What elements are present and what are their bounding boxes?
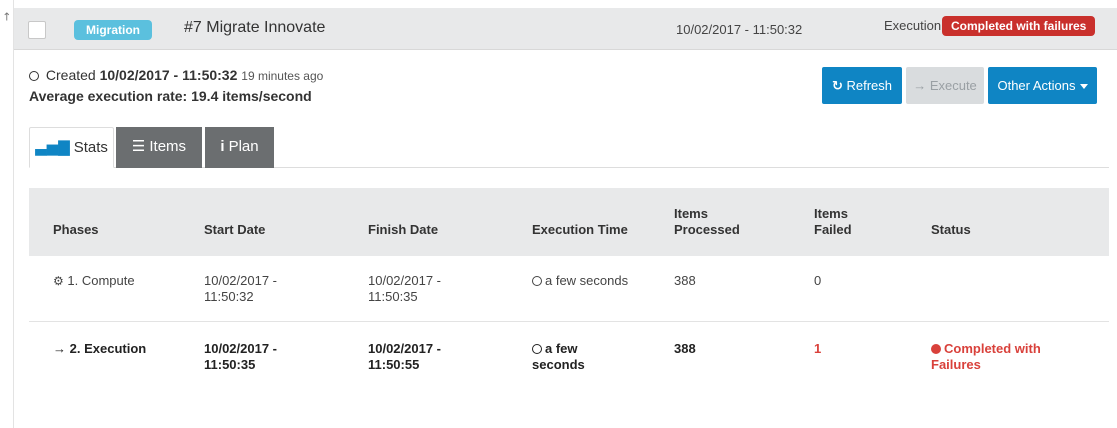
col-items-processed: Items Processed: [674, 206, 740, 238]
bar-chart-icon: ▃▅▇: [35, 139, 70, 156]
tab-plan-label: Plan: [228, 138, 259, 155]
refresh-button[interactable]: ↻ Refresh: [822, 67, 902, 104]
status-line2: Failures: [931, 357, 981, 372]
col-start-date: Start Date: [204, 222, 266, 237]
status-badge: Completed with failures: [942, 16, 1096, 36]
phase-label: 2. Execution: [69, 341, 147, 356]
gear-icon: ⚙: [53, 274, 64, 288]
left-rail: ↗: [0, 0, 14, 428]
table-header: Phases Start Date Finish Date Execution …: [29, 188, 1109, 256]
info-icon: i: [220, 138, 225, 155]
clock-icon: [532, 344, 542, 354]
tab-items-label: Items: [149, 138, 187, 155]
failed-cell: 0: [814, 273, 822, 288]
collapse-icon[interactable]: ↗: [0, 9, 14, 24]
table-row: ⚙ 1. Compute 10/02/2017 - 11:50:32 10/02…: [29, 256, 1109, 322]
status-dot-icon: [931, 344, 941, 354]
execution-label: Execution: [884, 18, 942, 33]
select-checkbox[interactable]: [28, 21, 46, 39]
phase-label: 1. Compute: [67, 273, 135, 288]
sign-in-icon: →: [913, 78, 927, 93]
clock-icon: [29, 71, 39, 81]
start-date-line1: 10/02/2017 -: [204, 341, 278, 356]
col-items-failed-line2: Failed: [814, 222, 852, 237]
tab-items[interactable]: ☰ Items: [116, 127, 202, 168]
start-date-cell: 10/02/2017 - 11:50:32: [204, 273, 277, 305]
finish-date-cell: 10/02/2017 - 11:50:35: [368, 273, 441, 305]
status-cell: Completed with Failures: [931, 341, 1041, 373]
finish-date-line2: 11:50:35: [368, 289, 418, 304]
finish-date-line2: 11:50:55: [368, 357, 420, 372]
execute-label: Execute: [929, 78, 977, 93]
failed-cell: 1: [814, 341, 822, 356]
status-line1: Completed with: [944, 341, 1041, 356]
other-actions-label: Other Actions: [997, 78, 1076, 93]
processed-cell: 388: [674, 341, 696, 356]
exec-time-value: a few seconds: [545, 273, 629, 288]
tab-stats[interactable]: ▃▅▇ Stats: [29, 127, 114, 168]
finish-date-cell: 10/02/2017 - 11:50:55: [368, 341, 441, 373]
exec-time-line1: a few: [545, 341, 578, 356]
col-items-processed-line1: Items: [674, 206, 708, 221]
type-badge: Migration: [74, 20, 152, 40]
tab-stats-label: Stats: [73, 139, 108, 156]
table-row: → 2. Execution 10/02/2017 - 11:50:35 10/…: [29, 322, 1109, 388]
col-items-processed-line2: Processed: [674, 222, 740, 237]
job-title[interactable]: #7 Migrate Innovate: [184, 19, 325, 37]
start-date-line2: 11:50:32: [204, 289, 254, 304]
exec-time-line2: seconds: [532, 357, 585, 372]
header-date: 10/02/2017 - 11:50:32: [676, 22, 803, 37]
col-items-failed: Items Failed: [814, 206, 852, 238]
created-date: 10/02/2017 - 11:50:32: [99, 67, 238, 83]
col-execution-time: Execution Time: [532, 222, 628, 237]
tab-plan[interactable]: i Plan: [205, 127, 274, 168]
refresh-icon: ↻: [831, 78, 843, 93]
col-finish-date: Finish Date: [368, 222, 439, 237]
created-ago: 19 minutes ago: [241, 69, 324, 83]
phase-cell: → 2. Execution: [53, 341, 146, 357]
start-date-line2: 11:50:35: [204, 357, 256, 372]
refresh-label: Refresh: [846, 78, 893, 93]
clock-icon: [532, 276, 542, 286]
sign-in-icon: →: [53, 341, 66, 356]
exec-time-cell: a few seconds: [532, 273, 628, 289]
created-line: Created 10/02/2017 - 11:50:32 19 minutes…: [29, 67, 323, 83]
exec-time-cell: a few seconds: [532, 341, 585, 373]
finish-date-line1: 10/02/2017 -: [368, 341, 442, 356]
list-icon: ☰: [131, 138, 146, 155]
average-rate: Average execution rate: 19.4 items/secon…: [29, 88, 312, 104]
processed-cell: 388: [674, 273, 696, 288]
col-phases: Phases: [53, 222, 99, 237]
finish-date-line1: 10/02/2017 -: [368, 273, 442, 288]
caret-down-icon: [1079, 84, 1088, 90]
job-header: Migration #7 Migrate Innovate 10/02/2017…: [14, 8, 1117, 50]
start-date-line1: 10/02/2017 -: [204, 273, 278, 288]
execute-button[interactable]: → Execute: [906, 67, 984, 104]
col-items-failed-line1: Items: [814, 206, 848, 221]
start-date-cell: 10/02/2017 - 11:50:35: [204, 341, 277, 373]
col-status: Status: [931, 222, 971, 237]
created-prefix: Created: [45, 67, 96, 83]
other-actions-button[interactable]: Other Actions: [988, 67, 1097, 104]
phase-cell: ⚙ 1. Compute: [53, 273, 135, 289]
